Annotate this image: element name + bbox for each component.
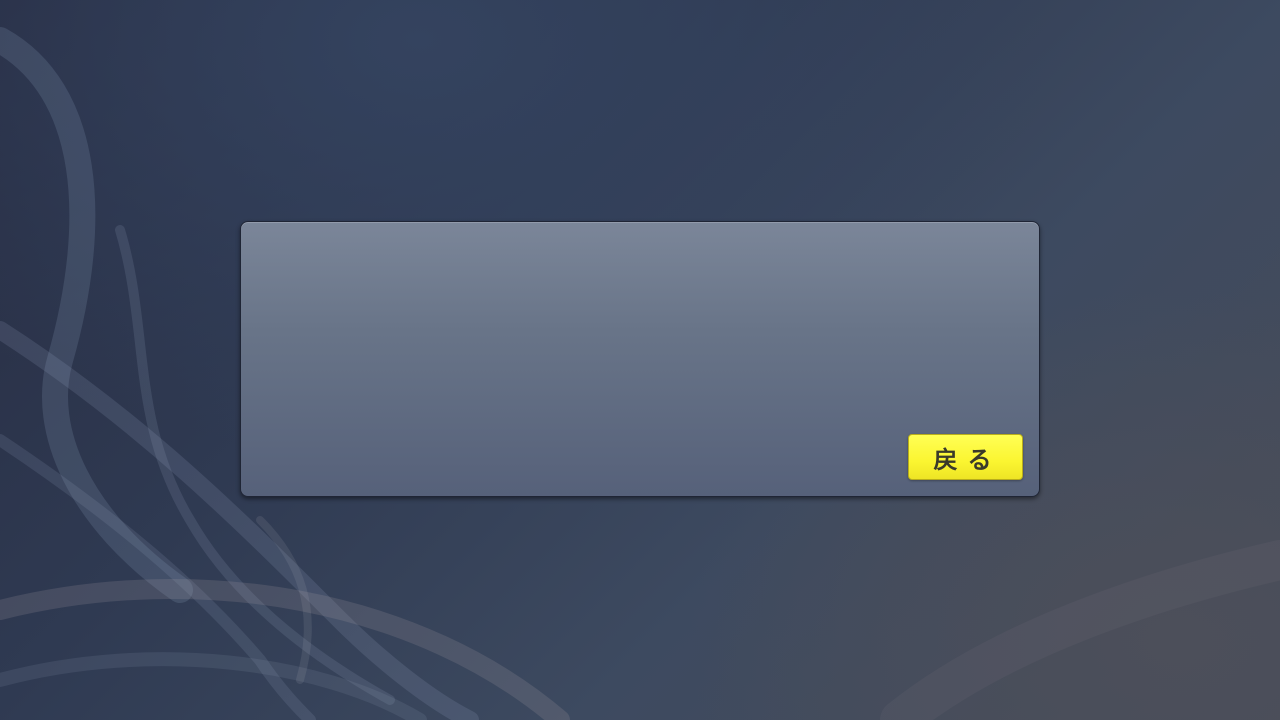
back-button[interactable]: 戻る bbox=[908, 434, 1023, 480]
dialog-panel: 戻る bbox=[240, 221, 1040, 497]
